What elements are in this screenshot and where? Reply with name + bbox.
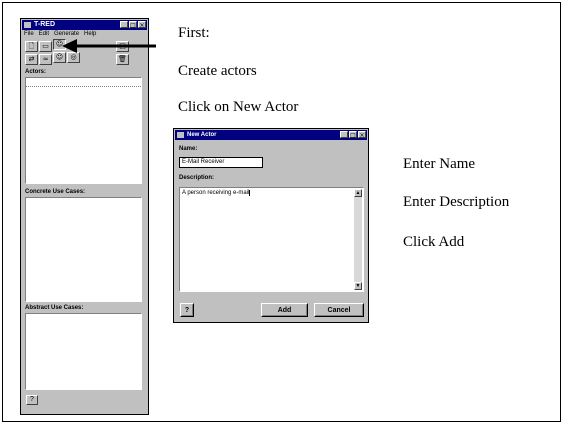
- maximize-button[interactable]: □: [129, 21, 137, 29]
- description-label: Description:: [179, 175, 215, 181]
- cancel-button[interactable]: Cancel: [314, 303, 364, 317]
- text-first: First:: [178, 25, 210, 41]
- actors-label: Actors:: [25, 69, 47, 75]
- text-click-new-actor: Click on New Actor: [178, 99, 299, 115]
- open-folder-icon[interactable]: ▭: [39, 41, 52, 52]
- actors-list-selection: [26, 78, 141, 87]
- relation-icon[interactable]: ≈: [39, 54, 52, 65]
- pointer-arrow-icon: [62, 39, 156, 53]
- dialog-titlebar[interactable]: New Actor _ □ ×: [175, 130, 367, 140]
- concrete-use-cases-list[interactable]: [25, 197, 142, 302]
- text-enter-name: Enter Name: [403, 156, 476, 172]
- dialog-app-icon: [177, 132, 184, 138]
- tred-titlebar[interactable]: T-RED _ □ ×: [22, 20, 147, 30]
- menu-edit[interactable]: Edit: [39, 31, 49, 37]
- help-button[interactable]: ?: [26, 395, 38, 405]
- text-cursor: ​: [249, 190, 251, 196]
- abstract-use-cases-list[interactable]: [25, 313, 142, 390]
- tred-title: T-RED: [34, 21, 55, 28]
- new-file-icon[interactable]: 🗋: [25, 41, 38, 52]
- scroll-down-icon[interactable]: ▼: [354, 282, 362, 290]
- dialog-minimize-button[interactable]: _: [340, 131, 348, 139]
- concrete-use-cases-label: Concrete Use Cases:: [25, 189, 86, 195]
- name-label: Name:: [179, 146, 198, 152]
- generate-icon[interactable]: ◎: [67, 52, 80, 63]
- description-scrollbar[interactable]: ▲ ▼: [354, 189, 362, 290]
- minimize-button[interactable]: _: [120, 21, 128, 29]
- dialog-close-button[interactable]: ×: [358, 131, 366, 139]
- dialog-maximize-button[interactable]: □: [349, 131, 357, 139]
- close-button[interactable]: ×: [138, 21, 146, 29]
- text-create-actors: Create actors: [178, 63, 257, 79]
- add-button[interactable]: Add: [261, 303, 308, 317]
- arrange-icon[interactable]: ⇄: [25, 54, 38, 65]
- app-icon: [24, 22, 31, 28]
- new-actor-dialog: New Actor _ □ × Name: E-Mail Receiver De…: [173, 128, 369, 323]
- description-field[interactable]: A person receiving e-mail​ ▲ ▼: [179, 187, 364, 292]
- abstract-use-cases-label: Abstract Use Cases:: [25, 305, 84, 311]
- menubar: File Edit Generate Help: [24, 31, 96, 37]
- name-field[interactable]: E-Mail Receiver: [179, 157, 263, 168]
- use-case-icon[interactable]: ☺: [53, 52, 66, 63]
- menu-help[interactable]: Help: [84, 31, 96, 37]
- menu-generate[interactable]: Generate: [54, 31, 79, 37]
- actors-list[interactable]: [25, 77, 142, 184]
- menu-file[interactable]: File: [24, 31, 34, 37]
- tred-window: T-RED _ □ × File Edit Generate Help 🗋 ▭ …: [20, 18, 149, 415]
- trash-icon[interactable]: 🗑: [116, 54, 129, 65]
- dialog-title: New Actor: [187, 132, 217, 138]
- text-enter-description: Enter Description: [403, 194, 510, 210]
- scroll-up-icon[interactable]: ▲: [354, 189, 362, 197]
- text-click-add: Click Add: [403, 234, 465, 250]
- description-text: A person receiving e-mail: [182, 190, 250, 196]
- dialog-help-button[interactable]: ?: [180, 303, 194, 317]
